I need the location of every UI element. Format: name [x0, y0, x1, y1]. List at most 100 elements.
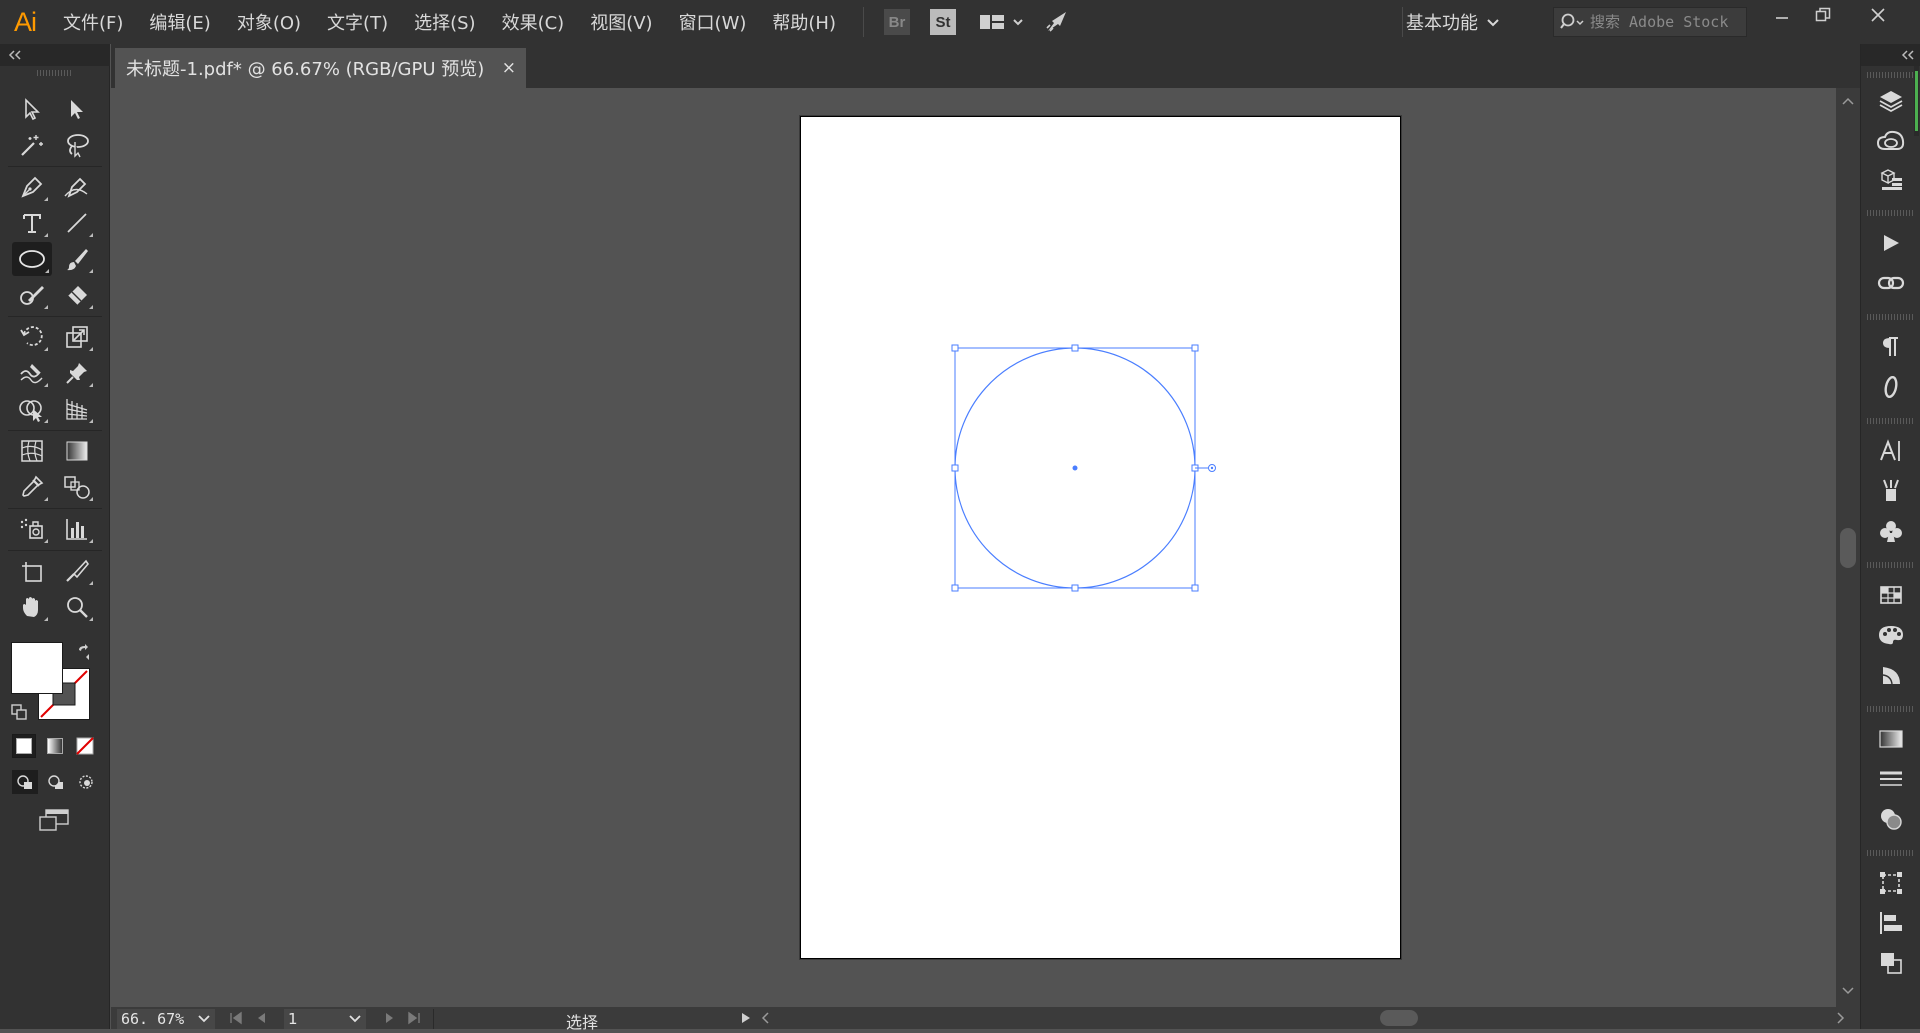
draw-normal-button[interactable] — [12, 770, 38, 794]
warp-tool[interactable] — [13, 356, 51, 390]
status-menu-button[interactable] — [740, 1011, 752, 1029]
close-window-button[interactable] — [1858, 0, 1898, 30]
rotate-tool[interactable] — [13, 320, 51, 354]
document-tab[interactable]: 未标题-1.pdf* @ 66.67% (RGB/GPU 预览) × — [115, 48, 526, 88]
curvature-tool[interactable] — [58, 170, 96, 204]
panel-dock-header[interactable] — [1861, 44, 1920, 66]
pen-tool[interactable] — [13, 170, 51, 204]
menu-item-select[interactable]: 选择(S) — [401, 0, 488, 44]
hand-tool[interactable] — [13, 590, 51, 624]
swatches-panel-button[interactable] — [1873, 578, 1909, 612]
transform-panel-button[interactable] — [1873, 866, 1909, 900]
shape-builder-tool[interactable] — [13, 392, 51, 426]
eyedropper-tool[interactable] — [13, 470, 51, 504]
panel-group-grip[interactable] — [1867, 706, 1915, 712]
magic-wand-tool[interactable] — [13, 128, 51, 162]
default-colors-button[interactable] — [11, 704, 27, 724]
shaper-tool[interactable] — [13, 278, 51, 312]
menu-item-window[interactable]: 窗口(W) — [666, 0, 760, 44]
type-tool[interactable] — [13, 206, 51, 240]
column-graph-tool[interactable] — [58, 512, 96, 546]
horizontal-scrollbar[interactable] — [756, 1007, 1920, 1029]
tools-panel-header[interactable] — [0, 44, 110, 66]
panel-group-grip[interactable] — [1867, 314, 1915, 320]
restore-button[interactable] — [1803, 0, 1843, 30]
paragraph-panel-button[interactable] — [1873, 330, 1909, 364]
color-panel-button[interactable] — [1873, 618, 1909, 652]
zoom-level-field[interactable]: 66. 67% — [117, 1009, 193, 1029]
draw-inside-button[interactable] — [73, 770, 99, 794]
mesh-tool[interactable] — [13, 434, 51, 468]
first-artboard-button[interactable] — [229, 1011, 243, 1029]
artboard-tool[interactable] — [13, 554, 51, 588]
selection-tool[interactable] — [13, 92, 51, 126]
actions-panel-button[interactable] — [1873, 226, 1909, 260]
layers-panel-button[interactable] — [1873, 84, 1909, 118]
panel-group-grip[interactable] — [1867, 562, 1915, 568]
swap-fill-stroke-button[interactable] — [76, 644, 92, 664]
brushes-panel-button[interactable] — [1873, 474, 1909, 508]
draw-behind-button[interactable] — [43, 770, 69, 794]
line-segment-tool[interactable] — [58, 206, 96, 240]
menu-item-file[interactable]: 文件(F) — [50, 0, 136, 44]
gpu-performance-button[interactable] — [1038, 0, 1078, 44]
symbol-sprayer-tool[interactable] — [13, 512, 51, 546]
menu-item-help[interactable]: 帮助(H) — [759, 0, 849, 44]
none-mode-button[interactable] — [73, 734, 97, 758]
opentype-panel-button[interactable] — [1873, 370, 1909, 404]
gradient-panel-button[interactable] — [1873, 722, 1909, 756]
gradient-mode-button[interactable] — [43, 734, 67, 758]
next-artboard-button[interactable] — [383, 1011, 397, 1029]
stock-button[interactable]: St — [924, 0, 962, 44]
panel-group-grip[interactable] — [1867, 418, 1915, 424]
zoom-dropdown-button[interactable] — [193, 1009, 215, 1029]
stroke-panel-button[interactable] — [1873, 762, 1909, 796]
perspective-grid-tool[interactable] — [58, 392, 96, 426]
previous-artboard-button[interactable] — [254, 1011, 268, 1029]
workspace-switcher[interactable]: 基本功能 — [1406, 0, 1500, 44]
artboard-dropdown-button[interactable] — [344, 1009, 366, 1029]
stock-search-input[interactable] — [1590, 13, 1740, 31]
last-artboard-button[interactable] — [407, 1011, 421, 1029]
vertical-scrollbar[interactable] — [1836, 88, 1860, 1007]
horizontal-scroll-thumb[interactable] — [1380, 1010, 1418, 1026]
slice-tool[interactable] — [58, 554, 96, 588]
vertical-scroll-thumb[interactable] — [1840, 528, 1856, 568]
artboard-number-field[interactable]: 1 — [284, 1009, 344, 1029]
cc-libraries-panel-button[interactable] — [1873, 124, 1909, 158]
character-panel-button[interactable] — [1873, 434, 1909, 468]
transparency-panel-button[interactable] — [1873, 802, 1909, 836]
gradient-tool[interactable] — [58, 434, 96, 468]
menu-item-view[interactable]: 视图(V) — [577, 0, 665, 44]
close-tab-button[interactable]: × — [502, 58, 516, 78]
panel-group-grip[interactable] — [1867, 210, 1915, 216]
menu-item-type[interactable]: 文字(T) — [314, 0, 401, 44]
selected-circle-artwork[interactable] — [111, 88, 1836, 1007]
menu-item-effect[interactable]: 效果(C) — [489, 0, 578, 44]
screen-mode-button[interactable] — [36, 808, 72, 838]
links-panel-button[interactable] — [1873, 266, 1909, 300]
direct-selection-tool[interactable] — [58, 92, 96, 126]
stock-search-box[interactable] — [1553, 7, 1747, 37]
align-panel-button[interactable] — [1873, 906, 1909, 940]
color-mode-button[interactable] — [12, 734, 36, 758]
panel-group-grip[interactable] — [1867, 72, 1915, 78]
scale-tool[interactable] — [58, 320, 96, 354]
minimize-button[interactable] — [1762, 0, 1802, 30]
bridge-button[interactable]: Br — [878, 0, 916, 44]
fill-swatch[interactable] — [11, 642, 63, 694]
arrange-documents-button[interactable] — [972, 0, 1032, 44]
blend-tool[interactable] — [58, 470, 96, 504]
ellipse-tool[interactable] — [12, 242, 52, 276]
pathfinder-panel-button[interactable] — [1873, 946, 1909, 980]
asset-export-panel-button[interactable] — [1873, 162, 1909, 196]
paintbrush-tool[interactable] — [58, 242, 96, 276]
lasso-tool[interactable] — [58, 128, 96, 162]
symbols-panel-button[interactable] — [1873, 514, 1909, 548]
puppet-warp-tool[interactable] — [58, 356, 96, 390]
zoom-tool[interactable] — [58, 590, 96, 624]
menu-item-edit[interactable]: 编辑(E) — [136, 0, 223, 44]
color-guide-panel-button[interactable] — [1873, 658, 1909, 692]
panel-group-grip[interactable] — [1867, 850, 1915, 856]
canvas-area[interactable] — [111, 88, 1836, 1007]
